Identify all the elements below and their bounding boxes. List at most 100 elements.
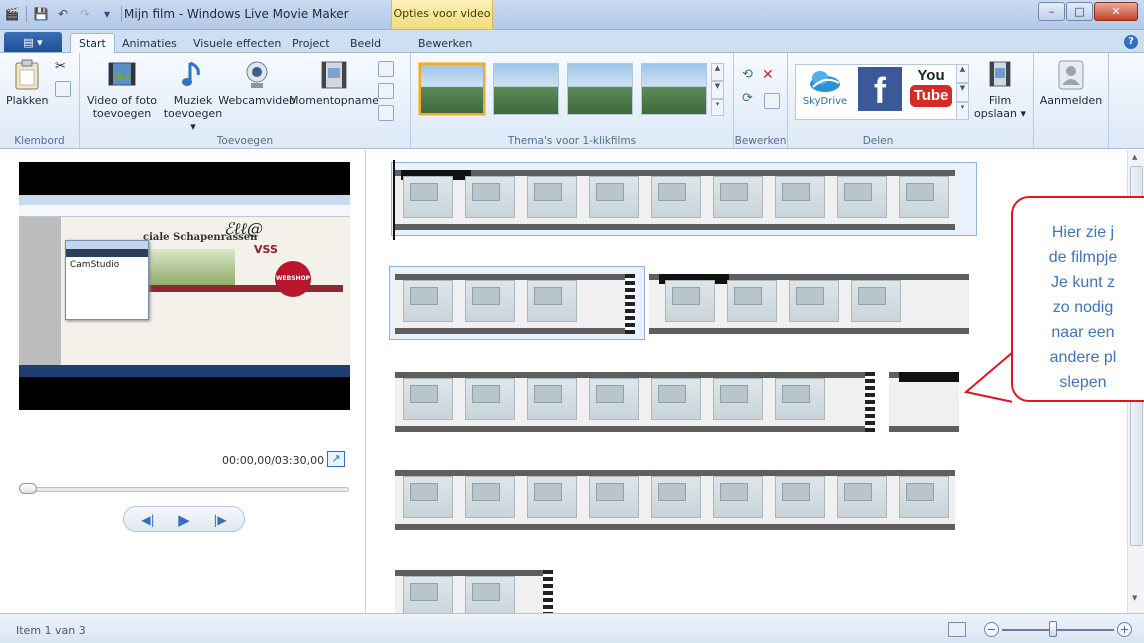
share-skydrive-button[interactable]: SkyDrive xyxy=(798,67,852,108)
clip-frame xyxy=(775,378,825,420)
separator xyxy=(26,6,27,22)
status-item-count: Item 1 van 3 xyxy=(16,624,86,637)
theme-thumbnail-3[interactable] xyxy=(567,63,633,115)
gallery-up-icon[interactable]: ▲ xyxy=(711,63,724,81)
theme-thumbnail-2[interactable] xyxy=(493,63,559,115)
youtube-label-2: Tube xyxy=(910,85,952,107)
theme-thumbnail-4[interactable] xyxy=(641,63,707,115)
app-menu-button[interactable]: ▤ ▾ xyxy=(4,32,62,52)
save-icon[interactable]: 💾 xyxy=(33,6,49,22)
close-button[interactable]: ✕ xyxy=(1094,2,1138,21)
youtube-label-1: You xyxy=(917,67,945,84)
group-themes: ▲ ▼ ▾ Thema's voor 1-klikfilms xyxy=(411,53,734,149)
seek-thumb[interactable] xyxy=(19,483,37,494)
youtube-icon[interactable]: You Tube xyxy=(910,67,952,111)
webpage-logo-script: ℰℓℓ@ xyxy=(224,219,264,238)
help-icon[interactable]: ? xyxy=(1124,35,1138,49)
undo-icon[interactable]: ↶ xyxy=(55,6,71,22)
callout-text: Hier zie j de filmpje Je kunt z zo nodig… xyxy=(1018,220,1144,395)
scroll-down-icon[interactable]: ▼ xyxy=(1132,594,1137,602)
add-video-photo-button[interactable]: Video of foto toevoegen xyxy=(85,59,159,120)
thumbnail-size-icon[interactable] xyxy=(948,622,966,637)
camstudio-toolbar xyxy=(66,249,148,257)
tab-start[interactable]: Start xyxy=(70,33,115,54)
clip-strip-2[interactable] xyxy=(395,268,969,340)
gallery-down-icon[interactable]: ▼ xyxy=(711,81,724,99)
copy-icon[interactable] xyxy=(55,81,71,97)
timecode: 00:00,00/03:30,00 xyxy=(222,454,325,467)
previous-frame-icon[interactable]: ◀| xyxy=(136,511,160,529)
clip-frame xyxy=(727,280,777,322)
save-movie-label-1: Film xyxy=(988,94,1012,107)
clip-strip-4[interactable] xyxy=(395,464,955,536)
browser-tabbar xyxy=(19,195,350,205)
select-all-icon[interactable] xyxy=(764,93,780,109)
tab-beeld[interactable]: Beeld xyxy=(350,34,381,53)
tab-animaties[interactable]: Animaties xyxy=(122,34,177,53)
maximize-button[interactable]: □ xyxy=(1066,2,1093,21)
facebook-icon[interactable]: f xyxy=(858,67,902,111)
video-photo-icon xyxy=(108,62,136,86)
rotate-right-icon[interactable]: ⟳ xyxy=(742,91,758,107)
video-preview[interactable]: ciale Schapenrassen ℰℓℓ@ VSS WEBSHOP Cam… xyxy=(19,162,350,410)
fullscreen-preview-icon[interactable]: ↗ xyxy=(327,451,345,467)
snapshot-button[interactable]: Momentopname xyxy=(289,59,379,107)
contextual-tab-header: Opties voor video xyxy=(391,0,493,30)
film-save-icon xyxy=(989,61,1011,87)
gallery-more-icon[interactable]: ▾ xyxy=(711,99,724,116)
group-label-toevoegen: Toevoegen xyxy=(216,135,274,147)
caption-icon[interactable] xyxy=(378,83,394,99)
next-frame-icon[interactable]: |▶ xyxy=(208,511,232,529)
clip-strip-5[interactable] xyxy=(395,564,575,613)
callout-line: Hier zie j xyxy=(1051,224,1115,241)
music-note-icon xyxy=(182,61,200,86)
sheep-image xyxy=(143,249,235,285)
playhead-marker[interactable] xyxy=(393,160,395,240)
rotate-left-icon[interactable]: ⟲ xyxy=(742,67,758,83)
theme-thumbnail-1[interactable] xyxy=(419,63,485,115)
clip-frame xyxy=(899,476,949,518)
zoom-slider-thumb[interactable] xyxy=(1048,621,1057,637)
minimize-button[interactable]: – xyxy=(1038,2,1065,21)
signin-button[interactable]: Aanmelden xyxy=(1040,59,1102,107)
clip-frame xyxy=(403,176,453,218)
save-movie-button[interactable]: Film opslaan ▾ xyxy=(974,59,1026,120)
share-up-icon[interactable]: ▲ xyxy=(956,64,969,83)
camstudio-titlebar xyxy=(66,241,148,249)
delete-icon[interactable]: ✕ xyxy=(762,67,778,83)
playback-controls: ◀| ▶ |▶ xyxy=(123,506,245,532)
tab-project[interactable]: Project xyxy=(292,34,330,53)
webcam-label: Webcamvideo xyxy=(218,94,296,107)
seek-bar[interactable] xyxy=(19,487,349,492)
clip-strip-3[interactable] xyxy=(395,366,959,438)
group-klembord: Plakken ✂ Klembord xyxy=(0,53,80,149)
customize-toolbar-icon[interactable]: ▾ xyxy=(99,6,115,22)
movie-maker-app-icon[interactable]: 🎬 xyxy=(4,6,20,22)
group-label-delen: Delen xyxy=(862,135,894,147)
add-music-button[interactable]: Muziek toevoegen ▾ xyxy=(162,59,224,133)
title-icon[interactable] xyxy=(378,61,394,77)
tab-visuele-effecten[interactable]: Visuele effecten xyxy=(193,34,281,53)
browser-addressbar xyxy=(19,205,350,217)
clip-frame xyxy=(713,176,763,218)
zoom-in-icon[interactable]: + xyxy=(1117,622,1132,637)
group-toevoegen: Video of foto toevoegen Muziek toevoegen… xyxy=(80,53,411,149)
zoom-slider[interactable] xyxy=(1002,629,1114,631)
webcam-video-button[interactable]: Webcamvideo xyxy=(217,59,297,107)
clip-strip-1[interactable] xyxy=(395,164,955,236)
share-down-icon[interactable]: ▼ xyxy=(956,83,969,102)
cut-icon[interactable]: ✂ xyxy=(55,59,71,75)
paste-button[interactable]: Plakken xyxy=(6,59,49,107)
clip-frame xyxy=(651,378,701,420)
redo-icon[interactable]: ↷ xyxy=(77,6,93,22)
scroll-up-icon[interactable]: ▲ xyxy=(1132,153,1137,161)
credits-icon[interactable] xyxy=(378,105,394,121)
zoom-out-icon[interactable]: − xyxy=(984,622,999,637)
tab-bewerken[interactable]: Bewerken xyxy=(418,34,472,53)
add-video-label-2: toevoegen xyxy=(92,107,152,120)
callout-line: zo nodig xyxy=(1052,299,1114,316)
play-icon[interactable]: ▶ xyxy=(172,511,196,529)
clip-frame xyxy=(403,378,453,420)
share-more-icon[interactable]: ▾ xyxy=(956,102,969,120)
clip-frame xyxy=(465,176,515,218)
